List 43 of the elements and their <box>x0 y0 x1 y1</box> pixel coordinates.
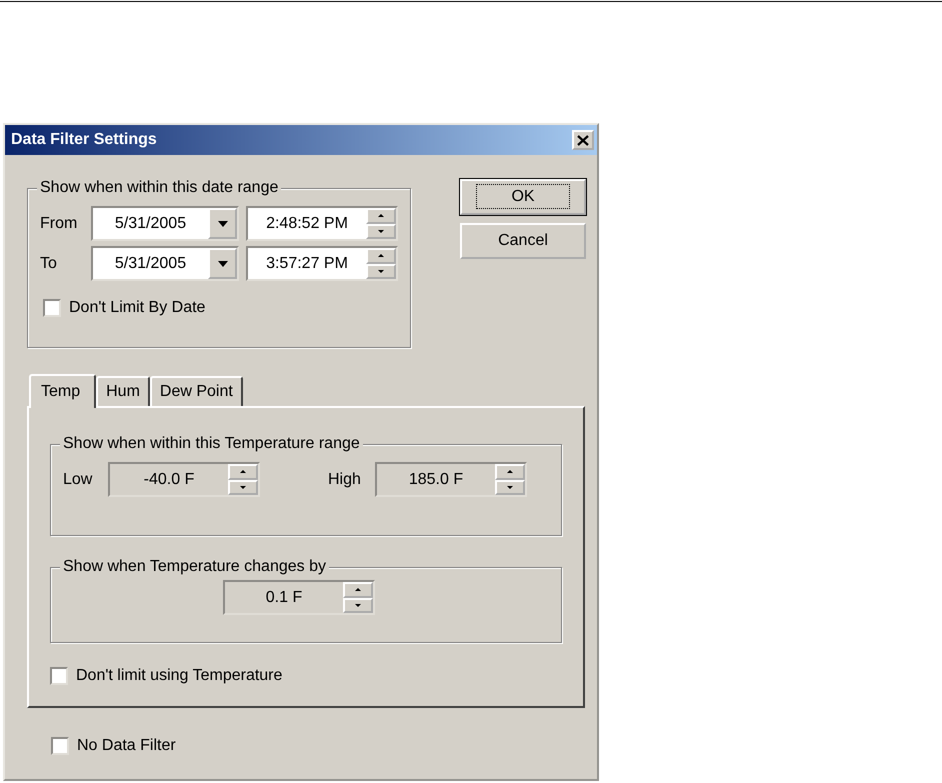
time-field[interactable]: 3:57:27 PM <box>246 246 398 281</box>
spin-down-button[interactable] <box>366 224 396 239</box>
group-label: Show when within this date range <box>37 178 282 198</box>
up-arrow-icon <box>240 470 246 474</box>
up-arrow-icon <box>378 254 384 258</box>
window-title: Data Filter Settings <box>11 130 157 150</box>
field-label: From <box>40 214 78 234</box>
field-label: High <box>328 470 362 490</box>
group-label: Show when Temperature changes by <box>60 557 329 577</box>
field-label: To <box>40 254 58 274</box>
up-arrow-icon <box>378 214 384 218</box>
close-button[interactable] <box>572 130 594 150</box>
up-arrow-icon <box>507 470 513 474</box>
dialog-button[interactable]: OK <box>460 179 586 215</box>
date-picker[interactable]: 5/31/2005 <box>91 246 239 281</box>
dropdown-arrow-icon <box>218 260 228 266</box>
checkbox[interactable] <box>50 667 68 685</box>
time-field[interactable]: 2:48:52 PM <box>246 206 398 241</box>
dropdown-arrow-icon <box>218 220 228 226</box>
checkbox-label: Don't Limit By Date <box>69 298 206 318</box>
down-arrow-icon <box>355 604 361 607</box>
spin-up-button[interactable] <box>366 248 396 264</box>
date-picker[interactable]: 5/31/2005 <box>91 206 239 241</box>
checkbox[interactable] <box>51 737 69 755</box>
checkbox-label: No Data Filter <box>77 736 176 756</box>
down-arrow-icon <box>378 230 384 233</box>
tab[interactable]: Hum <box>96 376 150 406</box>
group-label: Show when within this Temperature range <box>60 434 363 454</box>
spin-down-button[interactable] <box>366 264 396 279</box>
checkbox[interactable] <box>43 299 61 317</box>
spin-up-button[interactable] <box>366 208 396 224</box>
down-arrow-icon <box>240 486 246 489</box>
close-icon <box>577 134 589 146</box>
field-label: Low <box>63 470 94 490</box>
tab[interactable]: Dew Point <box>150 376 243 406</box>
down-arrow-icon <box>378 270 384 273</box>
dropdown-button[interactable] <box>208 248 237 279</box>
checkbox-label: Don't limit using Temperature <box>76 666 282 686</box>
dialog-button[interactable]: Cancel <box>460 223 586 259</box>
dropdown-button[interactable] <box>208 208 237 239</box>
down-arrow-icon <box>507 486 513 489</box>
tab[interactable]: Temp <box>29 374 96 408</box>
up-arrow-icon <box>355 588 361 592</box>
